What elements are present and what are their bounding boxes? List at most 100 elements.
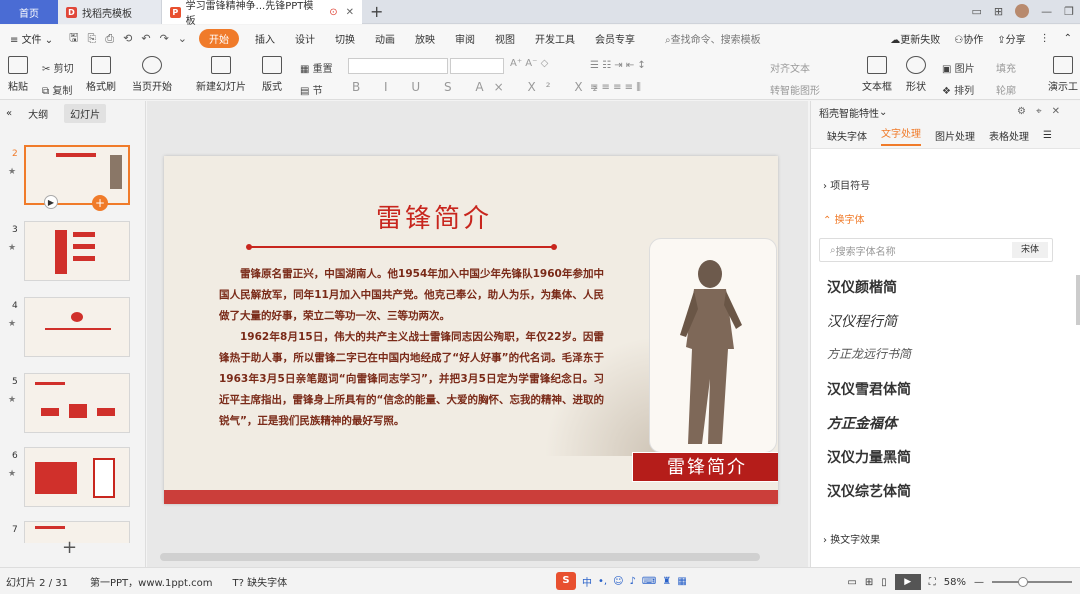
text-format-buttons[interactable]: B I U S A× X² X₂ — [352, 80, 607, 94]
paste-button[interactable]: 粘贴 — [8, 56, 28, 93]
fill-button[interactable]: 填充 — [996, 60, 1016, 75]
font-search-input[interactable]: ⌕ 搜索字体名称 宋体 — [819, 238, 1053, 262]
thumbnail-row[interactable]: 5 ★ — [0, 373, 146, 437]
redo-icon[interactable]: ↷ — [160, 32, 169, 45]
grid-icon[interactable]: ⊞ — [994, 5, 1003, 18]
align-buttons[interactable]: ≡ ≡ ≡ ≡ ⫼ — [590, 82, 641, 93]
slide-title[interactable]: 雷锋简介 — [344, 198, 524, 235]
from-current-button[interactable]: 当页开始 — [132, 56, 172, 93]
font-option[interactable]: 汉仪力量黑简 — [827, 447, 911, 467]
close-icon[interactable]: ✕ — [1052, 106, 1060, 117]
update-status[interactable]: ☁更新失败 — [890, 31, 940, 46]
avatar[interactable] — [1015, 4, 1030, 18]
thumbnail-row[interactable]: 2 ★ ▶ + — [0, 145, 146, 211]
tab-slides[interactable]: 幻灯片 — [64, 103, 107, 123]
export-icon[interactable]: ⎘ — [88, 32, 97, 46]
ime-toolbox-icon[interactable]: ▦ — [677, 576, 686, 587]
pane-scrollbar[interactable] — [1076, 275, 1080, 325]
new-slide-button[interactable]: 新建幻灯片 — [196, 56, 246, 93]
font-option[interactable]: 方正龙远行书简 — [827, 345, 911, 362]
reset-button[interactable]: ▦ 重置 — [300, 60, 333, 75]
thumbnail-row[interactable]: 4 ★ — [0, 297, 146, 361]
add-slide-button[interactable]: + — [62, 537, 77, 558]
slide[interactable]: 雷锋简介 雷锋原名雷正兴，中国湖南人。他1954年加入中国少年先锋队1960年参… — [164, 156, 778, 504]
reading-view-icon[interactable]: ▯ — [881, 577, 887, 588]
thumbnail[interactable] — [24, 447, 130, 507]
settings-icon[interactable]: ⚙ — [1017, 106, 1026, 117]
format-painter-button[interactable]: 格式刷 — [86, 56, 116, 93]
menu-icon[interactable]: ☰ — [1043, 130, 1052, 141]
ime-voice-icon[interactable]: ♪ — [630, 576, 636, 587]
close-tab-icon[interactable]: ✕ — [346, 7, 354, 18]
zoom-level[interactable]: 58% — [944, 577, 966, 588]
zoom-slider[interactable] — [992, 577, 1072, 587]
font-section[interactable]: ⌃ 换字体 — [823, 211, 865, 226]
play-icon[interactable]: ▶ — [44, 195, 58, 209]
font-option[interactable]: 方正金福体 — [827, 413, 897, 433]
ime-emoji-icon[interactable]: ☺ — [613, 576, 623, 587]
font-size-buttons[interactable]: A⁺ A⁻ ◇ — [510, 58, 548, 69]
font-size-select[interactable] — [450, 58, 504, 74]
layout-button[interactable]: 版式 — [262, 56, 282, 93]
add-slide-icon[interactable]: + — [92, 195, 108, 211]
collapse-ribbon-icon[interactable]: ⌃ — [1064, 33, 1072, 44]
missing-font-status[interactable]: T? 缺失字体 — [232, 574, 287, 589]
more-menu-icon[interactable]: ⋮ — [1040, 33, 1050, 44]
menu-view[interactable]: 视图 — [485, 31, 525, 46]
shape-button[interactable]: 形状 — [906, 56, 926, 93]
horizontal-scrollbar[interactable] — [160, 553, 760, 561]
section-button[interactable]: ▤ 节 — [300, 82, 323, 97]
ime-chinese-icon[interactable]: 中 — [582, 574, 592, 589]
tab-home[interactable]: 首页 — [0, 0, 58, 24]
font-option[interactable]: 汉仪雪君体简 — [827, 379, 911, 399]
ime-logo-icon[interactable]: S — [556, 572, 576, 590]
collapse-pane-icon[interactable]: « — [6, 108, 12, 119]
list-buttons[interactable]: ☰ ☷ ⇥ ⇤ ↕ — [590, 60, 646, 71]
menu-insert[interactable]: 插入 — [245, 31, 285, 46]
to-smartart-button[interactable]: 转智能图形 — [770, 82, 820, 97]
font-option[interactable]: 汉仪综艺体简 — [827, 481, 911, 501]
caption-banner[interactable]: 雷锋简介 — [632, 452, 778, 482]
zoom-slider-knob[interactable] — [1018, 577, 1028, 587]
effects-section[interactable]: › 换文字效果 — [823, 531, 880, 546]
tab-text-processing[interactable]: 文字处理 — [881, 125, 921, 146]
menu-slideshow[interactable]: 放映 — [405, 31, 445, 46]
collab-button[interactable]: ⚇协作 — [954, 31, 983, 46]
layout-icon[interactable]: ▭ — [972, 5, 982, 18]
font-family-select[interactable] — [348, 58, 448, 74]
menu-design[interactable]: 设计 — [285, 31, 325, 46]
tab-table-processing[interactable]: 表格处理 — [989, 128, 1029, 143]
cut-button[interactable]: ✂ 剪切 — [42, 60, 74, 75]
thumbnail-row[interactable]: 3 ★ — [0, 221, 146, 285]
slide-body-text[interactable]: 雷锋原名雷正兴，中国湖南人。他1954年加入中国少年先锋队1960年参加中国人民… — [219, 264, 604, 432]
outline-button[interactable]: 轮廓 — [996, 82, 1016, 97]
slideshow-button[interactable]: ▶ — [894, 574, 921, 590]
more-icon[interactable]: ⌄ — [178, 32, 187, 45]
present-button[interactable]: 演示工 — [1048, 56, 1078, 93]
thumbnail[interactable] — [24, 297, 130, 357]
thumbnail[interactable] — [24, 373, 130, 433]
thumbnail[interactable] — [24, 221, 130, 281]
chevron-down-icon[interactable]: ⌄ — [879, 107, 887, 118]
fit-icon[interactable]: ⛶ — [929, 577, 936, 588]
font-option[interactable]: 汉仪颜楷简 — [827, 277, 897, 297]
menu-transition[interactable]: 切换 — [325, 31, 365, 46]
current-font-button[interactable]: 宋体 — [1012, 242, 1048, 258]
maximize-icon[interactable]: ❐ — [1064, 5, 1074, 18]
bullet-section[interactable]: › 项目符号 — [823, 177, 870, 192]
zoom-out-icon[interactable]: — — [974, 577, 984, 588]
thumbnail[interactable]: ▶ + — [24, 145, 130, 211]
statue-photo[interactable] — [649, 238, 777, 453]
new-tab-button[interactable]: + — [370, 2, 383, 21]
tab-outline[interactable]: 大纲 — [22, 104, 54, 123]
textbox-button[interactable]: 文本框 — [862, 56, 892, 93]
ime-skin-icon[interactable]: ♜ — [662, 576, 671, 587]
undo-icon[interactable]: ↶ — [141, 32, 150, 45]
file-menu[interactable]: ≡ 文件 ⌄ — [0, 31, 63, 46]
menu-developer[interactable]: 开发工具 — [525, 31, 585, 46]
ime-punct-icon[interactable]: •, — [598, 576, 607, 587]
menu-start[interactable]: 开始 — [199, 29, 239, 48]
save-icon[interactable]: 🖫 — [69, 29, 78, 48]
copy-button[interactable]: ⧉ 复制 — [42, 82, 72, 97]
picture-button[interactable]: ▣ 图片 — [942, 60, 975, 75]
